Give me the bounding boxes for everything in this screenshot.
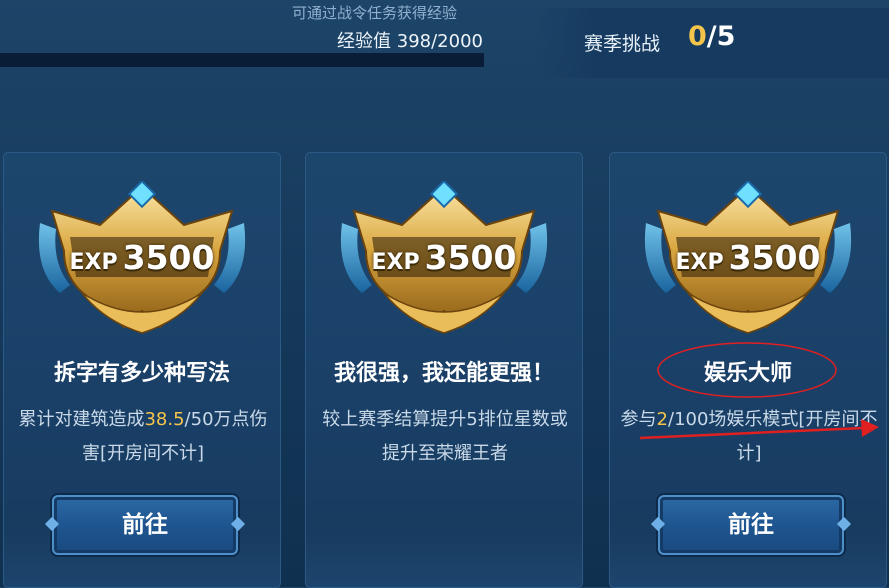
go-button[interactable]: 前往 <box>52 495 238 555</box>
task-card-3: EXP 3500 娱乐大师 参与2/100场娱乐模式[开房间不计] 前往 <box>609 152 887 588</box>
exp-crown-badge-icon: EXP 3500 <box>332 181 556 341</box>
badge-exp-value: 3500 <box>728 238 821 277</box>
exp-label: 经验值 <box>337 31 392 52</box>
task-title: 我很强，我还能更强！ <box>333 361 554 386</box>
task-desc-post: /100场娱乐模式[开房间不计] <box>668 409 878 464</box>
task-title: 娱乐大师 <box>703 361 792 386</box>
task-desc-pre: 累计对建筑造成 <box>18 409 145 430</box>
task-card-2: EXP 3500 我很强，我还能更强！ 较上赛季结算提升5排位星数或提升至荣耀王者 <box>305 152 583 588</box>
badge-exp-label: EXP <box>675 250 724 275</box>
exp-crown-badge-icon: EXP 3500 <box>30 181 254 341</box>
badge-exp-value: 3500 <box>122 238 215 277</box>
task-desc-pre: 参与 <box>620 409 657 430</box>
task-progress-current: 2 <box>656 409 668 430</box>
go-button[interactable]: 前往 <box>658 495 844 555</box>
badge-exp-value: 3500 <box>424 238 517 277</box>
top-bar: 可通过战令任务获得经验 经验值 398/2000 赛季挑战 0/5 <box>0 0 889 110</box>
task-progress-current: 38.5 <box>144 409 185 430</box>
badge-exp-text: EXP 3500 <box>30 238 254 277</box>
season-challenge-label: 赛季挑战 <box>584 33 661 55</box>
task-description: 参与2/100场娱乐模式[开房间不计] <box>620 403 878 471</box>
badge-exp-text: EXP 3500 <box>636 238 860 277</box>
exp-progress-bar <box>0 53 484 67</box>
exp-hint-text: 可通过战令任务获得经验 <box>292 4 458 22</box>
task-card-1: EXP 3500 拆字有多少种写法 累计对建筑造成38.5/50万点伤害[开房间不… <box>3 152 281 588</box>
badge-exp-label: EXP <box>69 250 118 275</box>
badge-exp-label: EXP <box>371 250 420 275</box>
season-separator: / <box>706 21 717 52</box>
task-description: 较上赛季结算提升5排位星数或提升至荣耀王者 <box>322 409 568 464</box>
season-total: 5 <box>716 21 736 52</box>
exp-value-text: 经验值 398/2000 <box>300 27 483 53</box>
exp-value: 398/2000 <box>396 31 483 52</box>
season-current: 0 <box>688 21 707 52</box>
exp-crown-badge-icon: EXP 3500 <box>636 181 860 341</box>
task-description: 累计对建筑造成38.5/50万点伤害[开房间不计] <box>14 403 272 471</box>
badge-exp-text: EXP 3500 <box>332 238 556 277</box>
exp-progress-fill <box>0 53 97 67</box>
season-challenge-count: 0/5 <box>688 21 735 52</box>
task-title: 拆字有多少种写法 <box>53 361 230 386</box>
